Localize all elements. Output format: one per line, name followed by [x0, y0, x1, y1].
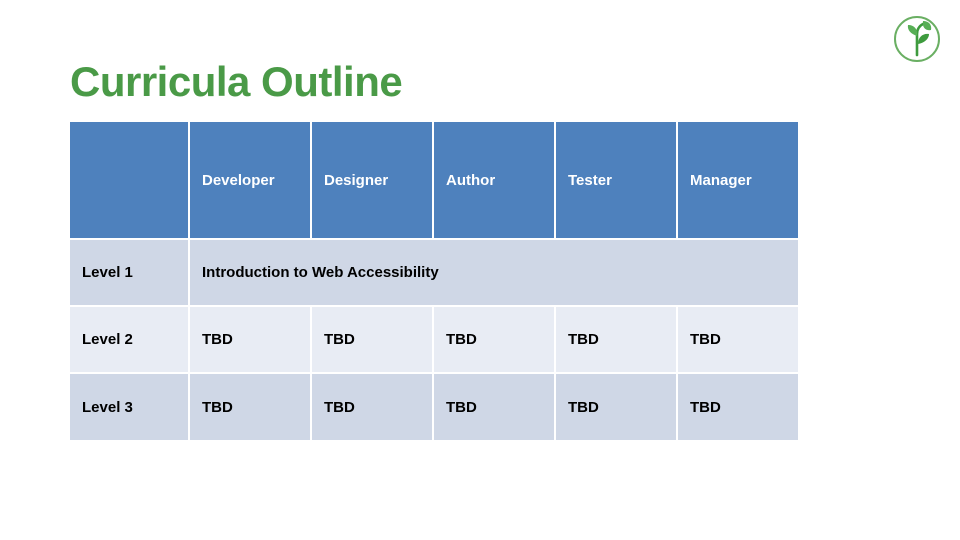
table-row: Level 3 TBD TBD TBD TBD TBD: [70, 374, 798, 440]
table-row: Level 2 TBD TBD TBD TBD TBD: [70, 307, 798, 372]
sprout-in-circle-logo: [888, 10, 946, 68]
cell-level-2-tester: TBD: [556, 307, 676, 372]
row-label-level-2: Level 2: [70, 307, 188, 372]
curricula-outline-table: Developer Designer Author Tester Manager…: [68, 120, 800, 442]
cell-level-2-developer: TBD: [190, 307, 310, 372]
page-title: Curricula Outline: [70, 58, 403, 105]
table-header-manager: Manager: [678, 122, 798, 238]
table-header-corner: [70, 122, 188, 238]
cell-level-3-developer: TBD: [190, 374, 310, 440]
curricula-outline-table-wrapper: Developer Designer Author Tester Manager…: [70, 122, 802, 440]
table-header-developer: Developer: [190, 122, 310, 238]
table-header-tester: Tester: [556, 122, 676, 238]
cell-level-2-author: TBD: [434, 307, 554, 372]
table-header-designer: Designer: [312, 122, 432, 238]
cell-level-3-manager: TBD: [678, 374, 798, 440]
cell-level-2-manager: TBD: [678, 307, 798, 372]
table-row: Level 1 Introduction to Web Accessibilit…: [70, 240, 798, 305]
cell-level-2-designer: TBD: [312, 307, 432, 372]
row-merged-cell-level-1: Introduction to Web Accessibility: [190, 240, 798, 305]
cell-level-3-tester: TBD: [556, 374, 676, 440]
row-label-level-3: Level 3: [70, 374, 188, 440]
cell-level-3-author: TBD: [434, 374, 554, 440]
row-label-level-1: Level 1: [70, 240, 188, 305]
cell-level-3-designer: TBD: [312, 374, 432, 440]
table-header-author: Author: [434, 122, 554, 238]
table-header-row: Developer Designer Author Tester Manager: [70, 122, 798, 238]
